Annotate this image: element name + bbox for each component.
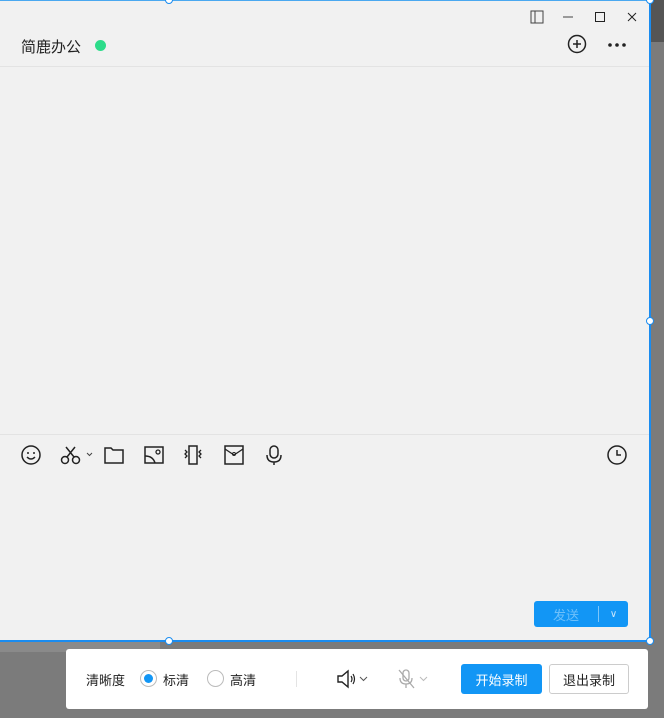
send-button[interactable]: 发送 ∨ bbox=[534, 601, 628, 627]
minimize-button[interactable] bbox=[560, 9, 576, 25]
microphone-muted-icon[interactable] bbox=[396, 668, 430, 694]
more-icon[interactable] bbox=[606, 34, 628, 56]
chat-title: 简鹿办公 bbox=[21, 38, 82, 56]
quality-sd-label: 标清 bbox=[163, 674, 190, 689]
recording-toolbar: 清晰度 标清 高清 开始录制 退出录制 bbox=[66, 649, 648, 709]
image-icon[interactable] bbox=[143, 444, 165, 466]
online-status-dot bbox=[95, 40, 106, 51]
exit-recording-button[interactable]: 退出录制 bbox=[549, 664, 629, 694]
red-packet-icon[interactable] bbox=[223, 444, 245, 466]
sidebar-toggle-icon[interactable] bbox=[529, 9, 545, 25]
quality-sd-radio[interactable] bbox=[140, 670, 157, 687]
microphone-icon[interactable] bbox=[263, 444, 285, 466]
quality-label: 清晰度 bbox=[86, 674, 126, 689]
input-divider bbox=[0, 434, 649, 435]
resize-handle[interactable] bbox=[646, 317, 654, 325]
maximize-button[interactable] bbox=[592, 9, 608, 25]
divider bbox=[296, 671, 297, 687]
send-label: 发送 bbox=[552, 608, 579, 624]
resize-handle[interactable] bbox=[165, 637, 173, 645]
speaker-icon[interactable] bbox=[336, 668, 370, 694]
screenshot-icon[interactable] bbox=[60, 444, 96, 466]
send-options-chevron-icon[interactable]: ∨ bbox=[599, 609, 628, 620]
add-chat-icon[interactable] bbox=[566, 34, 588, 56]
resize-handle[interactable] bbox=[646, 637, 654, 645]
close-button[interactable] bbox=[624, 9, 640, 25]
history-clock-icon[interactable] bbox=[606, 444, 628, 466]
folder-icon[interactable] bbox=[103, 444, 125, 466]
header-divider bbox=[0, 66, 649, 67]
shake-icon[interactable] bbox=[182, 444, 204, 466]
quality-hd-radio[interactable] bbox=[207, 670, 224, 687]
background-window bbox=[650, 0, 664, 42]
chat-window: 简鹿办公 发送 ∨ bbox=[0, 0, 651, 642]
quality-hd-label: 高清 bbox=[230, 674, 257, 689]
emoji-icon[interactable] bbox=[20, 444, 42, 466]
start-recording-button[interactable]: 开始录制 bbox=[461, 664, 542, 694]
